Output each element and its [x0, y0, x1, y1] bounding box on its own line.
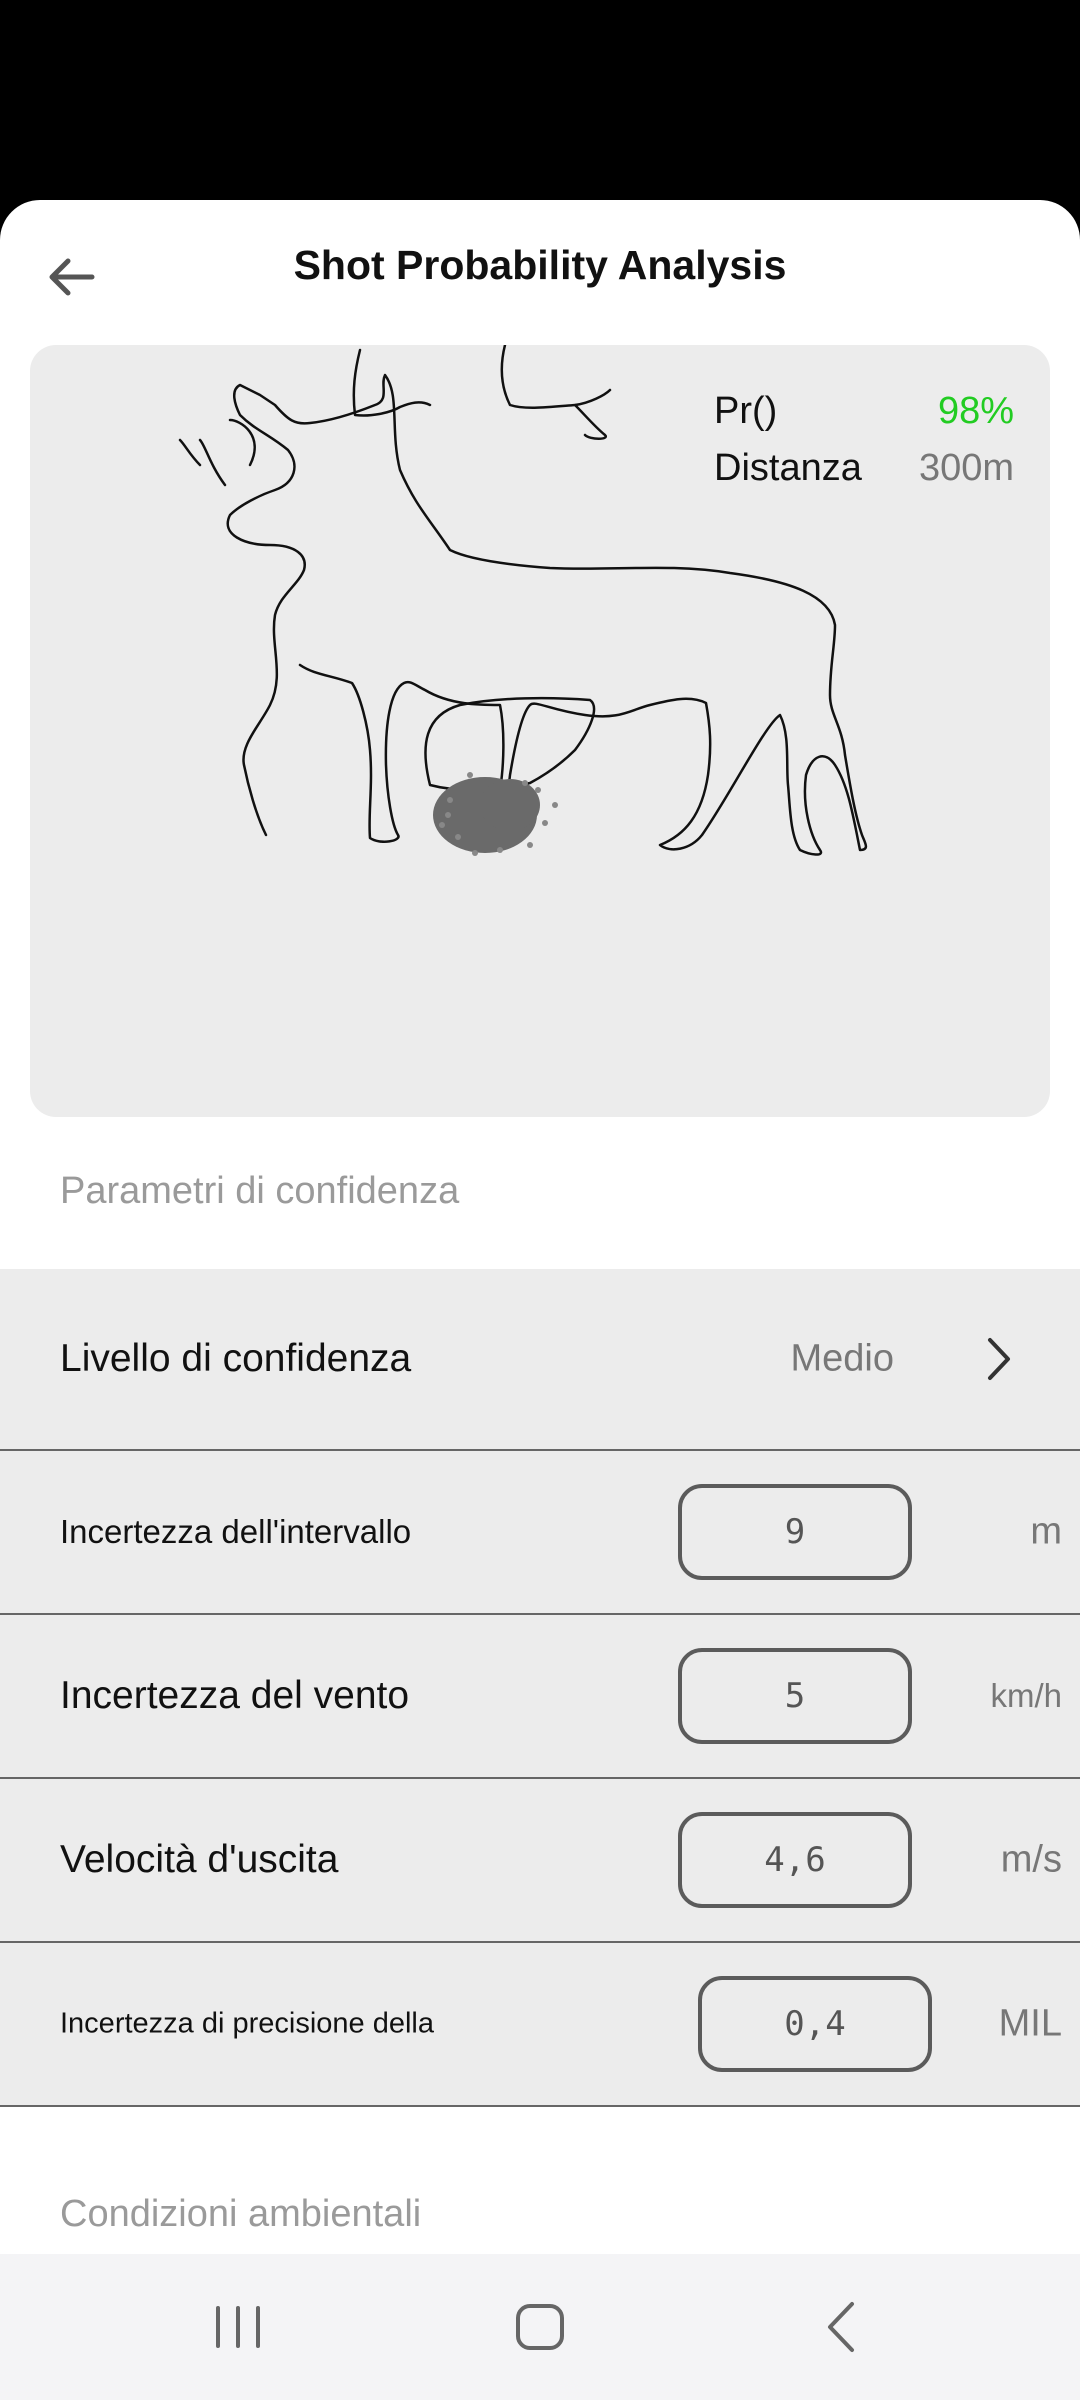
back-icon[interactable] — [802, 2294, 882, 2360]
distance-label: Distanza — [714, 447, 862, 489]
confidence-level-row[interactable]: Livello di confidenza Medio — [0, 1269, 1080, 1451]
chevron-right-icon — [988, 1338, 1010, 1380]
wind-uncertainty-input[interactable]: 5 — [678, 1648, 912, 1744]
header: Shot Probability Analysis — [0, 200, 1080, 345]
system-navigation-bar — [0, 2254, 1080, 2400]
probability-value: 98% — [937, 390, 1014, 432]
precision-uncertainty-row: Incertezza di precisione della 0,4 MIL — [0, 1943, 1080, 2107]
wind-uncertainty-unit: km/h — [990, 1677, 1062, 1714]
home-icon[interactable] — [500, 2294, 580, 2360]
muzzle-velocity-label: Velocità d'uscita — [60, 1838, 339, 1881]
wind-uncertainty-row: Incertezza del vento 5 km/h — [0, 1615, 1080, 1779]
confidence-level-label: Livello di confidenza — [60, 1337, 412, 1380]
precision-uncertainty-label: Incertezza di precisione della — [60, 2007, 434, 2040]
precision-uncertainty-unit: MIL — [998, 2002, 1062, 2045]
section-title-confidence: Parametri di confidenza — [60, 1170, 460, 1212]
target-panel: Pr() 98% Distanza 300m — [30, 345, 1050, 1117]
precision-uncertainty-input[interactable]: 0,4 — [698, 1976, 932, 2072]
bottom-sheet: Shot Probability Analysis Pr() 98% Dista… — [0, 200, 1080, 2254]
muzzle-velocity-unit: m/s — [1000, 1838, 1062, 1881]
muzzle-velocity-input[interactable]: 4,6 — [678, 1812, 912, 1908]
muzzle-velocity-row: Velocità d'uscita 4,6 m/s — [0, 1779, 1080, 1943]
probability-info: Pr() 98% Distanza 300m — [714, 383, 1014, 497]
distance-value: 300m — [918, 447, 1014, 489]
range-uncertainty-input[interactable]: 9 — [678, 1484, 912, 1580]
confidence-level-value: Medio — [790, 1337, 895, 1380]
range-uncertainty-row: Incertezza dell'intervallo 9 m — [0, 1451, 1080, 1615]
recent-apps-icon[interactable] — [198, 2294, 278, 2360]
range-uncertainty-label: Incertezza dell'intervallo — [60, 1513, 412, 1550]
wind-uncertainty-label: Incertezza del vento — [60, 1674, 410, 1717]
confidence-list: Livello di confidenza Medio Incertezza d… — [0, 1269, 1080, 2107]
probability-label: Pr() — [714, 390, 778, 432]
section-title-environment: Condizioni ambientali — [60, 2193, 422, 2235]
page-title: Shot Probability Analysis — [293, 242, 787, 288]
range-uncertainty-unit: m — [1030, 1510, 1062, 1553]
